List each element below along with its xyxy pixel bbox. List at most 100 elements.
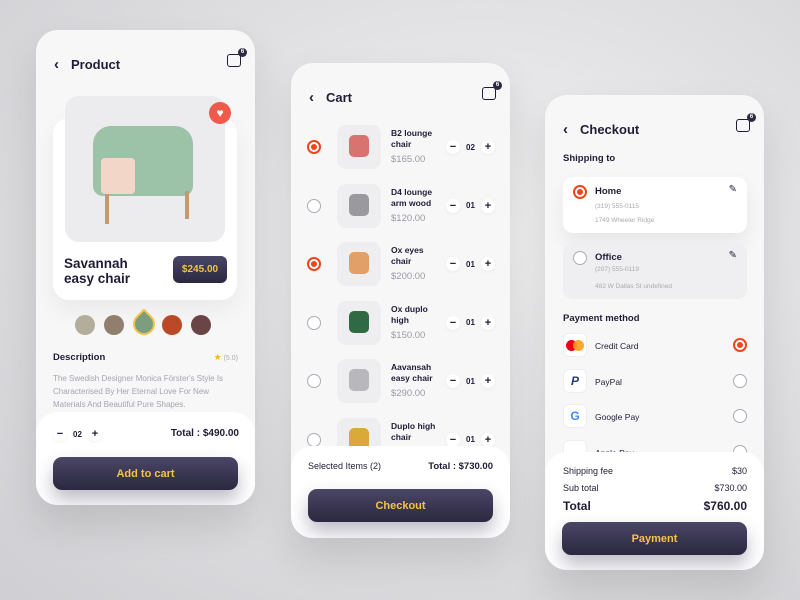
minus-button[interactable]: − xyxy=(446,432,460,447)
product-image xyxy=(65,96,225,242)
select-radio[interactable] xyxy=(307,374,321,388)
select-radio[interactable] xyxy=(307,140,321,154)
minus-button[interactable]: − xyxy=(446,257,460,271)
select-radio[interactable] xyxy=(307,315,321,330)
minus-button[interactable]: − xyxy=(53,427,67,441)
item-image xyxy=(337,300,381,345)
plus-button[interactable]: + xyxy=(480,140,495,154)
add-to-cart-button[interactable]: Add to cart xyxy=(53,457,238,490)
bag-icon[interactable]: 6 xyxy=(227,48,247,67)
plus-button[interactable]: + xyxy=(480,315,495,330)
color-swatch[interactable] xyxy=(75,315,95,335)
page-title: Cart xyxy=(326,90,353,105)
payment-radio[interactable] xyxy=(733,373,747,388)
address-card[interactable]: Home ✎ (319) 555-0115 1749 Wheeler Ridge xyxy=(563,177,747,233)
payment-label: Credit Card xyxy=(595,341,639,351)
item-image xyxy=(337,183,381,228)
minus-button[interactable]: − xyxy=(446,315,460,330)
edit-icon[interactable]: ✎ xyxy=(729,184,737,195)
address-line: 482 W Dallas St undefined xyxy=(595,283,672,290)
shipping-to-title: Shipping to xyxy=(563,153,616,164)
bag-icon[interactable]: 6 xyxy=(482,81,502,100)
quantity-stepper[interactable]: −01 + xyxy=(446,432,495,447)
header: ‹ Checkout 6 xyxy=(563,113,756,138)
minus-button[interactable]: − xyxy=(446,374,460,388)
payment-radio[interactable] xyxy=(733,409,747,423)
item-name: Ox eyes chair xyxy=(391,245,424,266)
selected-items: Selected Items (2) xyxy=(308,461,382,471)
quantity-stepper[interactable]: −02 + xyxy=(446,140,495,154)
mastercard-icon xyxy=(563,333,587,357)
select-radio[interactable] xyxy=(307,198,321,213)
back-icon[interactable]: ‹ xyxy=(54,56,59,73)
quantity-stepper[interactable]: −01 + xyxy=(446,315,495,330)
back-icon[interactable]: ‹ xyxy=(563,121,568,138)
bag-icon[interactable]: 6 xyxy=(736,113,756,132)
payment-label: Google Pay xyxy=(595,412,640,422)
shipping-fee-label: Shipping fee xyxy=(563,466,614,476)
color-swatch[interactable] xyxy=(104,315,124,335)
description-title: Description xyxy=(53,352,106,363)
select-radio[interactable] xyxy=(307,257,321,271)
product-image-card: ♥ Savannah easy chair $245.00 xyxy=(53,96,237,300)
cart-bar: −02 + Total : $490.00 Add to cart xyxy=(36,412,255,505)
cart-screen: ‹ Cart 6 B2 lounge chair $165.00 −02 + D4… xyxy=(291,63,510,538)
item-image xyxy=(337,242,381,286)
page-title: Product xyxy=(71,57,121,72)
address-label: Office xyxy=(595,252,622,263)
favorite-button[interactable]: ♥ xyxy=(209,102,231,124)
subtotal-label: Sub total xyxy=(563,483,599,493)
plus-button[interactable]: + xyxy=(480,432,495,447)
item-price: $200.00 xyxy=(391,271,426,282)
item-name: Aavansah easy chair xyxy=(391,362,433,383)
select-radio[interactable] xyxy=(307,432,321,447)
plus-button[interactable]: + xyxy=(87,427,102,441)
cart-summary: Selected Items (2) Total : $730.00 Check… xyxy=(291,446,510,538)
plus-button[interactable]: + xyxy=(480,374,495,388)
product-screen: ‹ Product 6 ♥ Savannah easy chair $245.00… xyxy=(36,30,255,505)
minus-button[interactable]: − xyxy=(446,140,460,154)
product-name: Savannah easy chair xyxy=(64,256,131,286)
color-swatch[interactable] xyxy=(191,315,211,335)
address-card[interactable]: Office ✎ (207) 555-0119 482 W Dallas St … xyxy=(563,243,747,299)
header: ‹ Cart 6 xyxy=(309,81,502,106)
address-line: 1749 Wheeler Ridge xyxy=(595,217,655,224)
checkout-button[interactable]: Checkout xyxy=(308,489,493,522)
quantity-stepper[interactable]: −01 + xyxy=(446,198,495,213)
payment-method-title: Payment method xyxy=(563,313,640,324)
address-phone: (319) 555-0115 xyxy=(595,203,639,210)
address-label: Home xyxy=(595,186,622,197)
item-price: $120.00 xyxy=(391,212,426,224)
item-name: D4 lounge arm wood xyxy=(391,186,433,208)
minus-button[interactable]: − xyxy=(446,198,460,213)
checkout-screen: ‹ Checkout 6 Shipping to Home ✎ (319) 55… xyxy=(545,95,764,570)
back-icon[interactable]: ‹ xyxy=(309,89,314,106)
plus-button[interactable]: + xyxy=(480,257,495,271)
header: ‹ Product 6 xyxy=(54,48,247,73)
address-phone: (207) 555-0119 xyxy=(595,266,639,273)
payment-label: PayPal xyxy=(595,376,622,387)
color-swatch[interactable] xyxy=(162,315,182,335)
quantity-stepper[interactable]: −02 + xyxy=(53,427,102,441)
price-badge: $245.00 xyxy=(173,256,227,283)
item-image xyxy=(337,125,381,169)
address-radio[interactable] xyxy=(573,185,587,199)
page-title: Checkout xyxy=(580,122,640,137)
subtotal-value: $730.00 xyxy=(714,483,747,493)
address-radio[interactable] xyxy=(573,251,587,265)
color-swatch[interactable] xyxy=(128,308,160,340)
payment-radio[interactable] xyxy=(733,338,747,352)
item-name: Ox duplo high xyxy=(391,303,428,325)
bag-count-badge: 6 xyxy=(493,81,502,90)
edit-icon[interactable]: ✎ xyxy=(729,250,737,261)
plus-button[interactable]: + xyxy=(480,198,495,213)
item-name: B2 lounge chair xyxy=(391,128,433,149)
quantity-stepper[interactable]: −01 + xyxy=(446,257,495,271)
quantity-stepper[interactable]: −01 + xyxy=(446,374,495,388)
order-summary: Shipping fee $30 Sub total $730.00 Total $7… xyxy=(545,452,764,570)
payment-button[interactable]: Payment xyxy=(562,522,747,555)
star-icon: ★ xyxy=(213,352,222,362)
item-price: $165.00 xyxy=(391,154,426,165)
bag-count-badge: 6 xyxy=(238,48,247,57)
shipping-fee-value: $30 xyxy=(731,466,747,476)
